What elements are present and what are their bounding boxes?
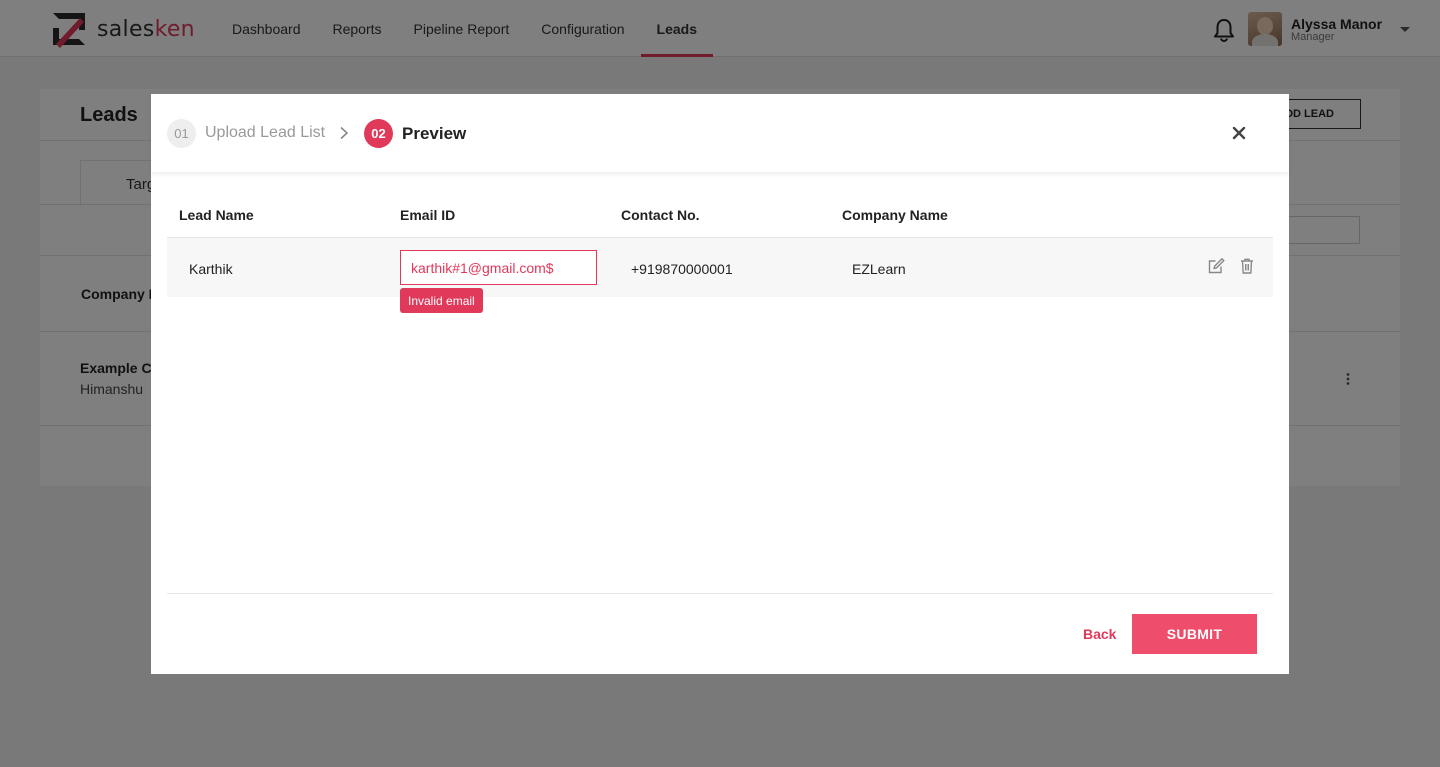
- step-1-label[interactable]: Upload Lead List: [205, 124, 325, 142]
- modal-header: 01 Upload Lead List 02 Preview: [151, 94, 1289, 172]
- step-2-label[interactable]: Preview: [402, 124, 466, 144]
- chevron-right-icon: [340, 126, 349, 140]
- column-header-contact: Contact No.: [621, 207, 700, 223]
- company-cell: EZLearn: [852, 261, 906, 277]
- step-2-number[interactable]: 02: [364, 119, 393, 148]
- footer-divider: [167, 593, 1273, 594]
- submit-button[interactable]: SUBMIT: [1132, 614, 1257, 654]
- column-header-email: Email ID: [400, 207, 456, 223]
- trash-icon[interactable]: [1238, 257, 1256, 275]
- close-icon[interactable]: [1231, 125, 1247, 141]
- back-button[interactable]: Back: [1083, 626, 1116, 642]
- lead-name-cell: Karthik: [189, 261, 233, 277]
- edit-icon[interactable]: [1207, 257, 1225, 275]
- contact-cell: +919870000001: [631, 261, 733, 277]
- upload-leads-modal: 01 Upload Lead List 02 Preview Lead Name…: [151, 94, 1289, 674]
- step-1-number[interactable]: 01: [167, 119, 196, 148]
- column-header-company: Company Name: [842, 207, 948, 223]
- column-header-lead-name: Lead Name: [179, 207, 254, 223]
- email-field[interactable]: [400, 250, 597, 285]
- invalid-email-tooltip: Invalid email: [400, 288, 483, 313]
